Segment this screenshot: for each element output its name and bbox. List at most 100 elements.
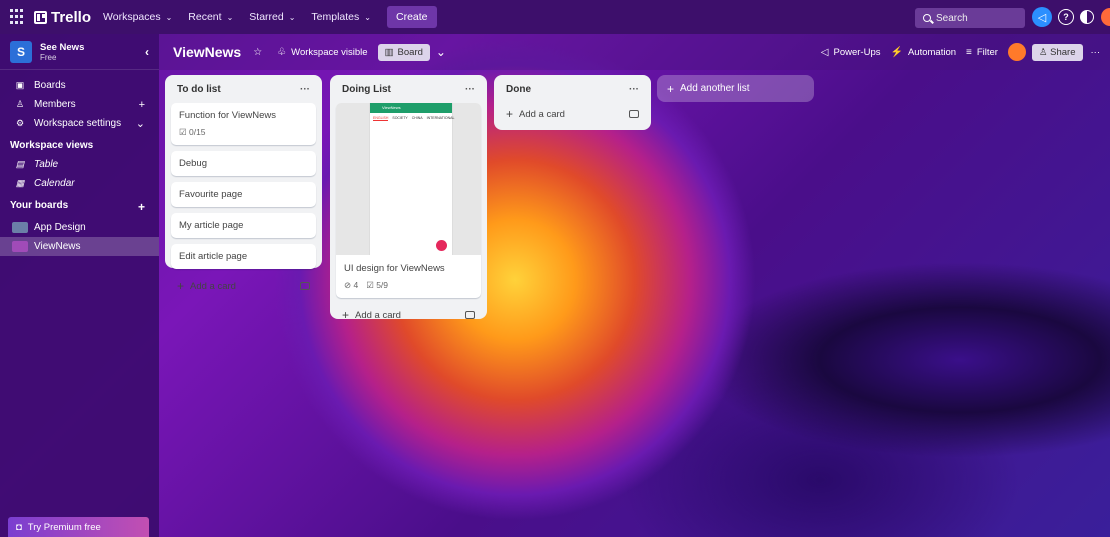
board-menu-dots-icon[interactable]: ··· <box>1091 47 1101 58</box>
card-template-icon[interactable] <box>300 282 310 290</box>
sidebar-board-app-design[interactable]: App Design <box>0 218 159 237</box>
visibility-button[interactable]: ♧ Workspace visible <box>277 47 367 58</box>
members-icon: ♙ <box>15 99 25 109</box>
try-premium-button[interactable]: ◘ Try Premium free <box>8 517 149 537</box>
card-badges: ⊘ 4 ☑ 5/9 <box>344 280 473 291</box>
card-title: UI design for ViewNews <box>344 263 445 274</box>
your-boards-heading: Your boards + <box>0 193 159 218</box>
filter-button[interactable]: ≡ Filter <box>966 47 998 58</box>
search-input[interactable]: Search <box>915 8 1025 28</box>
board-view-button[interactable]: ▥ Board <box>377 43 430 61</box>
board-header: ViewNews ☆ ♧ Workspace visible ▥ Board ⌄… <box>159 34 1110 70</box>
card-title: Function for ViewNews <box>179 110 276 121</box>
workspace-header: S See News Free ‹ <box>0 34 159 70</box>
sidebar-item-members[interactable]: ♙ Members + <box>0 95 159 114</box>
automation-button[interactable]: ⚡ Automation <box>891 47 957 58</box>
power-ups-button[interactable]: ◁ Power-Ups <box>821 47 881 58</box>
card-function-for-viewnews[interactable]: Function for ViewNews ☑ 0/15 <box>171 103 316 145</box>
card-edit-article-page[interactable]: Edit article page <box>171 244 316 269</box>
menu-templates[interactable]: Templates ⌄ <box>311 11 371 23</box>
sidebar: S See News Free ‹ ▣ Boards ♙ Members + ⚙… <box>0 34 159 537</box>
attachment-badge: ⊘ 4 <box>344 280 359 290</box>
plus-icon: + <box>506 107 514 121</box>
table-icon: ▤ <box>15 159 25 169</box>
chevron-down-icon: ⌄ <box>288 12 296 22</box>
menu-recent[interactable]: Recent ⌄ <box>188 11 233 23</box>
trello-logo[interactable]: Trello <box>34 9 91 26</box>
star-board-button[interactable]: ☆ <box>253 47 267 58</box>
add-card-button[interactable]: + Add a card <box>336 304 481 330</box>
trello-logo-icon <box>34 10 47 24</box>
menu-workspaces[interactable]: Workspaces ⌄ <box>103 11 172 23</box>
view-switcher-chevron-icon[interactable]: ⌄ <box>436 45 446 59</box>
sidebar-item-calendar[interactable]: ▦ Calendar <box>0 174 159 193</box>
create-button[interactable]: Create <box>386 6 437 28</box>
star-icon: ☆ <box>253 46 263 58</box>
settings-icon: ⚙ <box>15 118 25 128</box>
card-favourite-page[interactable]: Favourite page <box>171 182 316 207</box>
add-another-list-button[interactable]: + Add another list <box>657 75 814 102</box>
list-title[interactable]: To do list <box>177 84 221 95</box>
card-my-article-page[interactable]: My article page <box>171 213 316 238</box>
card-title: Debug <box>179 158 207 169</box>
add-card-button[interactable]: + Add a card <box>171 275 316 301</box>
filter-icon: ≡ <box>966 46 972 58</box>
card-title: My article page <box>179 220 244 231</box>
list-header: To do list ··· <box>171 75 316 103</box>
help-icon[interactable]: ? <box>1058 9 1074 25</box>
chevron-down-icon: ⌄ <box>165 12 173 22</box>
add-card-button[interactable]: + Add a card <box>500 103 645 129</box>
board-icon: ▣ <box>15 80 25 90</box>
collapse-sidebar-icon[interactable]: ‹ <box>145 45 149 59</box>
list-menu-dots-icon[interactable]: ··· <box>465 84 475 95</box>
list-menu-dots-icon[interactable]: ··· <box>300 84 310 95</box>
search-icon <box>923 14 931 22</box>
notification-icon[interactable]: ◁ <box>1032 7 1052 27</box>
menu-starred[interactable]: Starred ⌄ <box>249 11 295 23</box>
phone-mockup: ViewNews ENGLISH SOCIETY CHINA INTERNATI… <box>369 103 455 255</box>
workspace-name[interactable]: See News <box>40 42 84 53</box>
workspace-avatar[interactable]: S <box>10 40 32 63</box>
plus-icon: + <box>342 308 350 322</box>
workspace-views-heading: Workspace views <box>10 140 94 151</box>
share-icon: ♙ <box>1038 46 1051 58</box>
share-button[interactable]: ♙ Share <box>1031 43 1083 61</box>
mockup-app-bar: ViewNews <box>370 103 452 113</box>
premium-icon: ◘ <box>16 521 22 533</box>
mockup-fab <box>436 240 447 251</box>
theme-toggle-icon[interactable] <box>1080 10 1094 24</box>
chevron-down-icon: ⌄ <box>226 12 234 22</box>
rocket-icon: ◁ <box>820 46 829 58</box>
list-done: Done ··· + Add a card <box>494 75 651 130</box>
board-title[interactable]: ViewNews <box>173 44 241 60</box>
card-ui-design-for-viewnews[interactable]: ViewNews ENGLISH SOCIETY CHINA INTERNATI… <box>336 103 481 298</box>
member-avatar[interactable] <box>1007 43 1026 61</box>
add-board-icon[interactable]: + <box>138 200 149 214</box>
card-title: Edit article page <box>179 251 248 262</box>
checklist-badge: ☑ 0/15 <box>179 127 206 137</box>
sidebar-item-boards[interactable]: ▣ Boards <box>0 76 159 95</box>
lightning-icon: ⚡ <box>890 46 903 58</box>
sidebar-item-workspace-settings[interactable]: ⚙ Workspace settings ⌄ <box>0 114 159 133</box>
add-member-icon[interactable]: + <box>139 99 145 111</box>
list-title[interactable]: Done <box>506 84 531 95</box>
board-header-actions: ◁ Power-Ups ⚡ Automation ≡ Filter ♙ Shar… <box>821 34 1100 70</box>
list-menu-dots-icon[interactable]: ··· <box>629 84 639 95</box>
card-template-icon[interactable] <box>629 110 639 118</box>
board-thumbnail <box>12 241 28 252</box>
card-template-icon[interactable] <box>465 311 475 319</box>
app-switcher-icon[interactable] <box>10 9 26 25</box>
list-header: Doing List ··· <box>336 75 481 103</box>
list-title[interactable]: Doing List <box>342 84 391 95</box>
list-doing: Doing List ··· ViewNews ENGLISH SOCIETY … <box>330 75 487 322</box>
mockup-tabs: ENGLISH SOCIETY CHINA INTERNATIONAL <box>373 116 455 121</box>
sidebar-board-viewnews[interactable]: ViewNews <box>0 237 159 256</box>
brand-name: Trello <box>51 8 92 26</box>
checklist-icon: ☑ <box>366 280 377 290</box>
sidebar-item-table[interactable]: ▤ Table <box>0 155 159 174</box>
plus-icon: + <box>177 279 185 293</box>
card-debug[interactable]: Debug <box>171 151 316 176</box>
card-title: Favourite page <box>179 189 243 200</box>
card-badges: ☑ 0/15 <box>179 127 308 138</box>
workspace-visible-icon: ♧ <box>277 46 287 58</box>
